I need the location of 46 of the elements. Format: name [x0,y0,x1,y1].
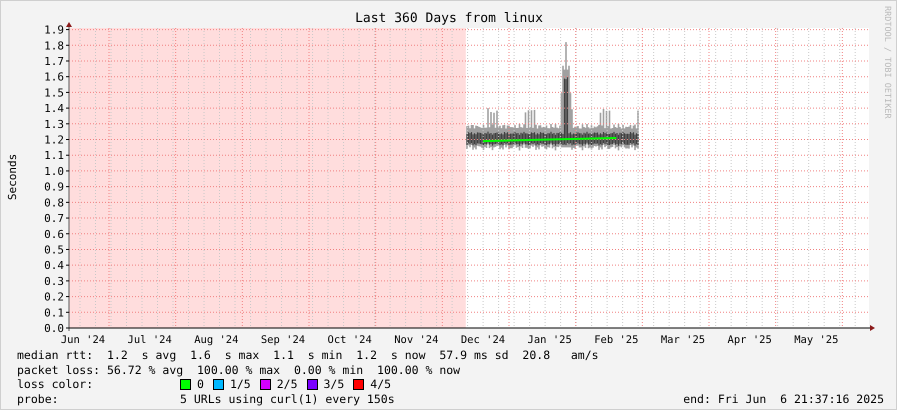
y-axis-label: Seconds [6,154,19,200]
x-tick-label: Sep '24 [260,334,306,346]
y-tick-label: 1.2 [44,134,64,147]
legend-label: 4/5 [370,377,392,392]
y-tick-label: 0.2 [44,290,64,304]
probe-info: 5 URLs using curl(1) every 150s [180,392,395,406]
legend-line: median rtt: 1.2 s avg 1.6 s max 1.1 s min 1.2 s now 57.9 ms sd 20.8 am/s [17,348,599,362]
y-tick-label: 0.7 [44,212,64,226]
x-tick-label: Aug '24 [194,334,238,346]
y-tick-label: 1.6 [44,70,64,84]
x-tick-label: Jul '24 [128,334,172,346]
y-tick-label: 0.0 [44,322,64,335]
legend-label: 1/5 [230,377,251,392]
x-tick-label: Nov '24 [394,334,438,346]
legend-label: probe: [17,392,60,406]
y-tick-label: 0.6 [44,228,64,241]
y-tick-label: 0.4 [44,259,64,272]
x-tick-label: May '25 [794,334,838,346]
legend-label: 2/5 [276,377,298,392]
x-tick-label: Feb '25 [594,334,638,346]
y-tick-label: 1.7 [44,54,64,68]
y-tick-label: 1.0 [44,164,64,178]
legend-label: 3/5 [324,377,344,392]
x-tick-label: Jan '25 [528,334,572,346]
legend-label: 0 [197,377,204,392]
y-tick-label: 0.1 [44,306,64,320]
x-tick-label: Oct '24 [328,334,372,346]
y-tick-label: 0.3 [44,274,64,288]
y-tick-label: 0.9 [44,180,64,194]
graph-title: Last 360 Days from linux [355,11,543,26]
y-tick-label: 0.5 [44,243,64,256]
y-tick-label: 1.9 [44,24,64,37]
y-tick-label: 1.3 [44,118,64,131]
y-tick-label: 0.8 [44,196,64,210]
side-credit: RRDTOOL / TOBI OETIKER [882,6,892,119]
y-tick-label: 1.4 [44,102,64,116]
legend-line: packet loss: 56.72 % avg 100.00 % max 0.00 % min 100.00 % now [17,362,460,377]
y-tick-label: 1.1 [44,149,64,162]
end-time: end: Fri Jun 6 21:37:16 2025 [683,392,884,406]
x-tick-label: Jun '24 [60,334,106,346]
legend-label: loss color: [17,377,94,392]
x-tick-label: Apr '25 [728,334,772,346]
y-tick-label: 1.5 [44,86,64,100]
y-tick-label: 1.8 [44,39,64,52]
x-tick-label: Mar '25 [660,334,706,346]
x-tick-label: Dec '24 [460,334,506,346]
